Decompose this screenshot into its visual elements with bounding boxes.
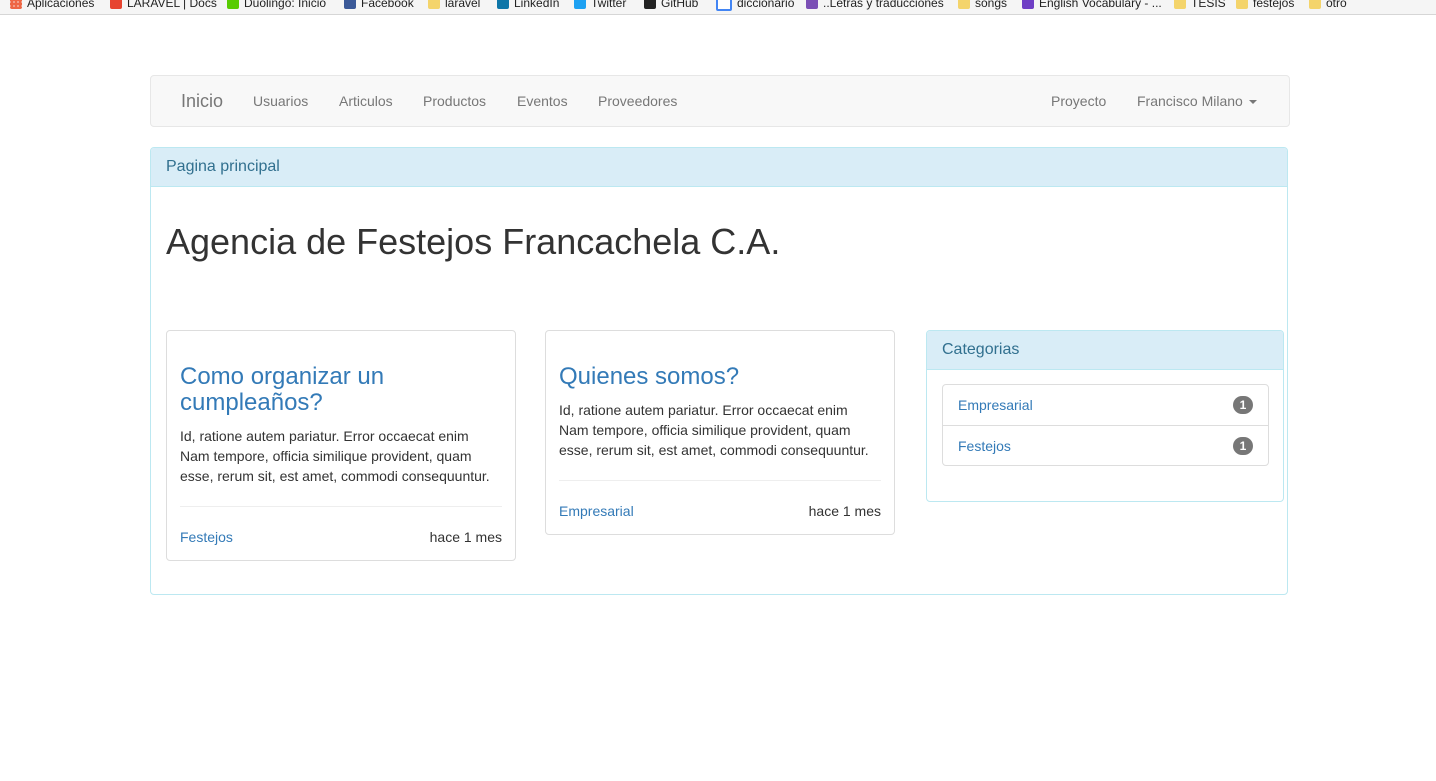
bookmark-letras[interactable]: ..Letras y traducciones	[806, 0, 944, 12]
bookmarks-bar: Aplicaciones LARAVEL | Docs Duolingo: In…	[0, 0, 1436, 15]
github-icon	[644, 0, 656, 10]
laravel-icon	[110, 0, 122, 10]
apps-icon	[10, 0, 22, 10]
lyrics-icon	[806, 0, 818, 10]
bookmark-twitter[interactable]: Twitter	[574, 0, 626, 12]
folder-icon	[1174, 0, 1186, 10]
bookmark-tesis[interactable]: TESIS	[1174, 0, 1226, 12]
bookmark-diccionario[interactable]: diccionario	[716, 0, 794, 12]
facebook-icon	[344, 0, 356, 10]
bookmark-otro[interactable]: otro	[1309, 0, 1347, 12]
folder-icon	[1236, 0, 1248, 10]
user-name: Francisco Milano	[1137, 93, 1243, 109]
linkedin-icon	[497, 0, 509, 10]
list-item: Empresarial 1	[943, 385, 1268, 425]
vocabulary-icon	[1022, 0, 1034, 10]
nav-link-articulos[interactable]: Articulos	[339, 76, 393, 126]
twitter-icon	[574, 0, 586, 10]
google-icon	[716, 0, 732, 12]
bookmark-linkedin[interactable]: LinkedIn	[497, 0, 559, 12]
article-category-link[interactable]: Festejos	[180, 529, 233, 545]
article-excerpt: Id, ratione autem pariatur. Error occaec…	[559, 402, 869, 458]
page-title: Agencia de Festejos Francachela C.A.	[166, 221, 781, 262]
folder-icon	[1309, 0, 1321, 10]
count-badge: 1	[1233, 396, 1253, 414]
bookmark-laravel-docs[interactable]: LARAVEL | Docs	[110, 0, 217, 12]
article-card: Quienes somos? Id, ratione autem pariatu…	[545, 330, 895, 535]
article-category-link[interactable]: Empresarial	[559, 503, 634, 519]
duolingo-icon	[227, 0, 239, 10]
categories-panel: Categorias Empresarial 1 Festejos 1	[926, 330, 1284, 502]
bookmark-laravel-folder[interactable]: laravel	[428, 0, 480, 12]
nav-link-proyecto[interactable]: Proyecto	[1051, 76, 1106, 126]
main-panel-heading: Pagina principal	[151, 148, 1287, 187]
bookmark-festejos[interactable]: festejos	[1236, 0, 1294, 12]
divider	[559, 480, 881, 481]
nav-brand-inicio[interactable]: Inicio	[181, 76, 223, 126]
bookmark-facebook[interactable]: Facebook	[344, 0, 414, 12]
article-card: Como organizar un cumpleaños? Id, ration…	[166, 330, 516, 561]
bookmark-aplicaciones[interactable]: Aplicaciones	[10, 0, 94, 12]
folder-icon	[428, 0, 440, 10]
count-badge: 1	[1233, 437, 1253, 455]
category-link-empresarial[interactable]: Empresarial	[958, 397, 1033, 413]
bookmark-duolingo[interactable]: Duolingo: Inicio	[227, 0, 326, 12]
nav-link-productos[interactable]: Productos	[423, 76, 486, 126]
divider	[180, 506, 502, 507]
category-link-festejos[interactable]: Festejos	[958, 438, 1011, 454]
bookmark-english-vocabulary[interactable]: English Vocabulary - ...	[1022, 0, 1162, 12]
folder-icon	[958, 0, 970, 10]
nav-link-proveedores[interactable]: Proveedores	[598, 76, 677, 126]
article-time: hace 1 mes	[808, 503, 881, 519]
bookmark-songs[interactable]: songs	[958, 0, 1007, 12]
article-title[interactable]: Quienes somos?	[559, 364, 739, 390]
navbar: Inicio Usuarios Articulos Productos Even…	[150, 75, 1290, 127]
caret-down-icon	[1248, 100, 1257, 105]
article-time: hace 1 mes	[429, 529, 502, 545]
categories-heading: Categorias	[927, 331, 1283, 370]
list-item: Festejos 1	[943, 425, 1268, 465]
categories-list: Empresarial 1 Festejos 1	[942, 384, 1269, 466]
article-title[interactable]: Como organizar un cumpleaños?	[180, 364, 384, 416]
nav-link-usuarios[interactable]: Usuarios	[253, 76, 308, 126]
main-panel: Pagina principal Agencia de Festejos Fra…	[150, 147, 1288, 595]
bookmark-github[interactable]: GitHub	[644, 0, 698, 12]
nav-link-eventos[interactable]: Eventos	[517, 76, 568, 126]
user-dropdown[interactable]: Francisco Milano	[1137, 76, 1257, 126]
article-excerpt: Id, ratione autem pariatur. Error occaec…	[180, 428, 490, 484]
